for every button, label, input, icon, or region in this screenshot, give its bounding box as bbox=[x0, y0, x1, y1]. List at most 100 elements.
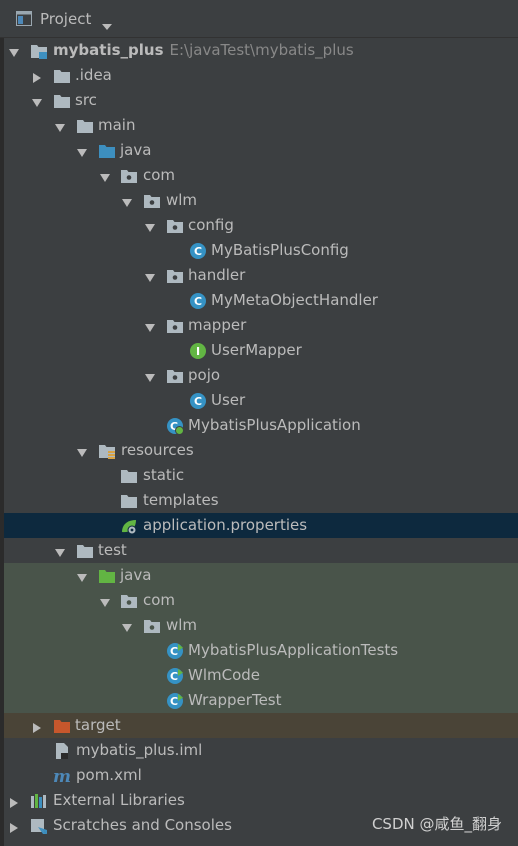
expand-down-icon[interactable] bbox=[76, 570, 88, 582]
expand-down-icon[interactable] bbox=[31, 95, 43, 107]
package-icon bbox=[166, 367, 184, 385]
tree-item-user[interactable]: C User bbox=[4, 388, 518, 413]
svg-text:I: I bbox=[196, 345, 200, 358]
tree-item-application-properties[interactable]: application.properties bbox=[4, 513, 518, 538]
tree-item-label: com bbox=[143, 166, 176, 184]
tree-item-label: com bbox=[143, 591, 176, 609]
expand-down-icon[interactable] bbox=[144, 220, 156, 232]
chevron-down-icon[interactable] bbox=[102, 16, 112, 34]
tree-item-main-com[interactable]: com bbox=[4, 163, 518, 188]
spring-boot-class-icon: C bbox=[166, 417, 184, 435]
tree-item-mymetaobjecthandler[interactable]: C MyMetaObjectHandler bbox=[4, 288, 518, 313]
tree-item-resources[interactable]: resources bbox=[4, 438, 518, 463]
tree-item-label: test bbox=[98, 541, 127, 559]
expand-down-icon[interactable] bbox=[121, 195, 133, 207]
tree-item-label: mybatis_plus.iml bbox=[76, 741, 203, 759]
expand-right-icon[interactable] bbox=[31, 720, 43, 733]
package-icon bbox=[166, 217, 184, 235]
tree-item-label: src bbox=[75, 91, 97, 109]
test-class-icon: C bbox=[166, 692, 184, 710]
folder-icon bbox=[76, 542, 94, 560]
module-name: mybatis_plus bbox=[53, 41, 164, 59]
test-source-folder-icon bbox=[98, 567, 116, 585]
tree-item-label: resources bbox=[121, 441, 194, 459]
expand-down-icon[interactable] bbox=[8, 45, 20, 57]
expand-down-icon[interactable] bbox=[99, 595, 111, 607]
tree-item-test[interactable]: test bbox=[4, 538, 518, 563]
expand-right-icon[interactable] bbox=[8, 820, 20, 833]
tree-item-label: MybatisPlusApplication bbox=[188, 416, 361, 434]
tree-item-label: pom.xml bbox=[76, 766, 142, 784]
tree-item-test-com[interactable]: com bbox=[4, 588, 518, 613]
tree-item-mybatisplusapplicationtests[interactable]: C MybatisPlusApplicationTests bbox=[4, 638, 518, 663]
expand-down-icon[interactable] bbox=[121, 620, 133, 632]
tree-item-main-java[interactable]: java bbox=[4, 138, 518, 163]
svg-text:C: C bbox=[194, 245, 202, 258]
tree-item-usermapper[interactable]: I UserMapper bbox=[4, 338, 518, 363]
expand-down-icon[interactable] bbox=[144, 270, 156, 282]
tree-item-label: WlmCode bbox=[188, 666, 261, 684]
module-icon bbox=[30, 42, 48, 60]
tree-item-external-libraries[interactable]: External Libraries bbox=[4, 788, 518, 813]
tree-item-main-wlm[interactable]: wlm bbox=[4, 188, 518, 213]
interface-icon: I bbox=[189, 342, 207, 360]
package-icon bbox=[166, 317, 184, 335]
tree-item-wrappertest[interactable]: C WrapperTest bbox=[4, 688, 518, 713]
tree-item-config[interactable]: config bbox=[4, 213, 518, 238]
svg-text:C: C bbox=[170, 645, 178, 658]
expand-down-icon[interactable] bbox=[54, 120, 66, 132]
expand-down-icon[interactable] bbox=[76, 445, 88, 457]
tree-item-idea[interactable]: .idea bbox=[4, 63, 518, 88]
tree-item-pom[interactable]: m pom.xml bbox=[4, 763, 518, 788]
project-window-icon bbox=[16, 11, 32, 30]
watermark: CSDN @咸鱼_翻身 bbox=[371, 815, 502, 833]
tree-item-label: MyBatisPlusConfig bbox=[211, 241, 349, 259]
tree-item-static[interactable]: static bbox=[4, 463, 518, 488]
svg-text:C: C bbox=[194, 295, 202, 308]
expand-down-icon[interactable] bbox=[144, 370, 156, 382]
tree-item-templates[interactable]: templates bbox=[4, 488, 518, 513]
folder-icon bbox=[53, 67, 71, 85]
tree-item-test-wlm[interactable]: wlm bbox=[4, 613, 518, 638]
expand-right-icon[interactable] bbox=[31, 70, 43, 83]
tree-item-handler[interactable]: handler bbox=[4, 263, 518, 288]
tree-item-mybatisplusconfig[interactable]: C MyBatisPlusConfig bbox=[4, 238, 518, 263]
tree-item-main[interactable]: main bbox=[4, 113, 518, 138]
package-icon bbox=[143, 192, 161, 210]
tree-item-label: handler bbox=[188, 266, 246, 284]
tree-item-label: pojo bbox=[188, 366, 221, 384]
package-icon bbox=[166, 267, 184, 285]
tree-item-mapper[interactable]: mapper bbox=[4, 313, 518, 338]
tree-item-root[interactable]: mybatis_plus E:\javaTest\mybatis_plus bbox=[4, 38, 518, 63]
tree-item-src[interactable]: src bbox=[4, 88, 518, 113]
expand-down-icon[interactable] bbox=[144, 320, 156, 332]
class-icon: C bbox=[189, 292, 207, 310]
class-icon: C bbox=[189, 242, 207, 260]
tree-item-label: static bbox=[143, 466, 185, 484]
tree-item-label: wlm bbox=[166, 616, 198, 634]
expand-down-icon[interactable] bbox=[99, 170, 111, 182]
expand-right-icon[interactable] bbox=[8, 795, 20, 808]
tree-item-label: MybatisPlusApplicationTests bbox=[188, 641, 399, 659]
svg-text:C: C bbox=[170, 670, 178, 683]
tree-item-label: mapper bbox=[188, 316, 247, 334]
tree-item-label: User bbox=[211, 391, 246, 409]
tree-item-test-java[interactable]: java bbox=[4, 563, 518, 588]
expand-down-icon[interactable] bbox=[54, 545, 66, 557]
tree-item-label: config bbox=[188, 216, 234, 234]
tree-item-mybatisplusapplication[interactable]: C MybatisPlusApplication bbox=[4, 413, 518, 438]
maven-icon: m bbox=[52, 767, 71, 787]
tree-item-target[interactable]: target bbox=[4, 713, 518, 738]
panel-title[interactable]: Project bbox=[40, 10, 91, 28]
tree-item-label: java bbox=[120, 566, 152, 584]
package-icon bbox=[143, 617, 161, 635]
module-path: E:\javaTest\mybatis_plus bbox=[169, 41, 354, 59]
tree-item-wlmcode[interactable]: C WlmCode bbox=[4, 663, 518, 688]
tree-item-pojo[interactable]: pojo bbox=[4, 363, 518, 388]
folder-icon bbox=[53, 92, 71, 110]
expand-down-icon[interactable] bbox=[76, 145, 88, 157]
tree-item-label: External Libraries bbox=[53, 791, 185, 809]
tree-item-iml[interactable]: mybatis_plus.iml bbox=[4, 738, 518, 763]
spring-properties-icon bbox=[120, 517, 138, 535]
folder-icon bbox=[120, 492, 138, 510]
